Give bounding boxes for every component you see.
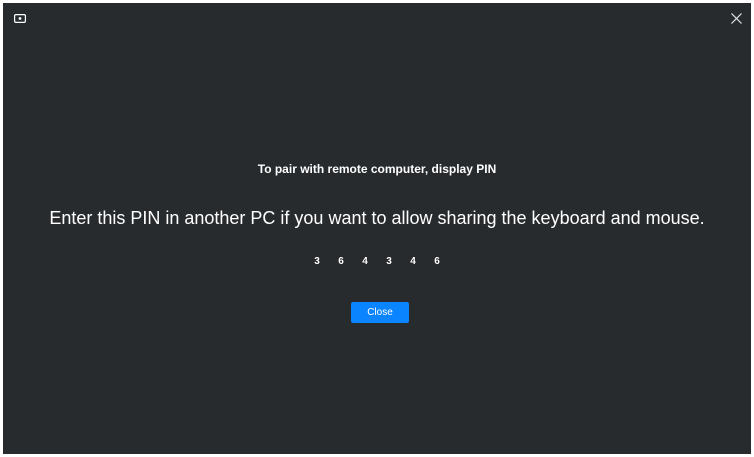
- screen-icon: [14, 14, 26, 23]
- pin-instructions: Enter this PIN in another PC if you want…: [49, 208, 705, 228]
- pin-digit: 4: [410, 256, 416, 267]
- close-button[interactable]: Close: [351, 302, 409, 323]
- pin-digit: 3: [386, 256, 392, 267]
- dialog-title: To pair with remote computer, display PI…: [257, 162, 497, 176]
- pin-digit: 3: [314, 256, 320, 267]
- close-icon[interactable]: [730, 12, 743, 25]
- pin-code: 3 6 4 3 4 6: [3, 256, 751, 267]
- pin-digit: 4: [362, 256, 368, 267]
- pin-digit: 6: [338, 256, 344, 267]
- pairing-window: To pair with remote computer, display PI…: [3, 3, 751, 454]
- pin-digit: 6: [434, 256, 440, 267]
